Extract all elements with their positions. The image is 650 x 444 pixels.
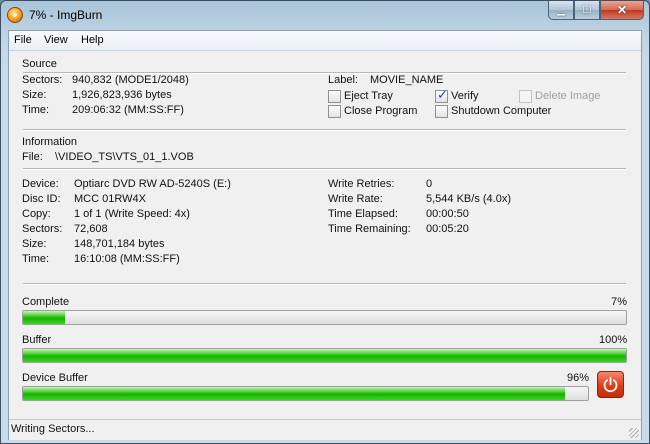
device-buffer-percent: 96% [566,372,589,384]
info-disc-id-value: MCC 01RW4X [74,193,146,205]
time-elapsed-value: 00:00:50 [426,208,469,220]
buffer-percent: 100% [599,334,628,346]
complete-label: Complete [22,296,70,308]
resize-grip[interactable] [629,428,639,438]
device-buffer-label: Device Buffer [22,372,88,384]
shutdown-computer-label[interactable]: Shutdown Computer [451,105,551,117]
info-copy-value: 1 of 1 (Write Speed: 4x) [74,208,190,220]
info-size-value: 148,701,184 bytes [74,238,165,250]
complete-percent: 7% [611,296,627,308]
menu-bar: File View Help [9,31,641,51]
info-size-label: Size: [22,238,47,250]
info-device-value: Optiarc DVD RW AD-5240S (E:) [74,178,231,190]
minimize-icon: ▁ [557,4,565,16]
close-icon: ✕ [616,3,628,17]
source-sectors-value: 940,832 (MODE1/2048) [72,74,189,86]
buffer-progress-fill [23,349,626,362]
eject-tray-label[interactable]: Eject Tray [344,90,393,102]
info-time-value: 16:10:08 (MM:SS:FF) [74,253,180,265]
menu-help[interactable]: Help [81,34,104,46]
delete-image-label: Delete Image [535,90,601,102]
minimize-button[interactable]: ▁ [548,1,574,20]
source-heading: Source [22,58,57,70]
caption-buttons: ▁ ☐ ✕ [548,1,644,21]
shutdown-computer-checkbox[interactable] [435,105,448,118]
progress-separator [23,283,626,285]
time-remaining-label: Time Remaining: [328,223,411,235]
main-window: 7% - ImgBurn ▁ ☐ ✕ File View Help Source… [0,0,650,444]
maximize-icon: ☐ [582,4,592,16]
source-sectors-label: Sectors: [22,74,63,86]
status-text: Writing Sectors... [11,423,95,435]
source-label-label: Label: [328,74,358,86]
window-title: 7% - ImgBurn [29,8,103,22]
write-rate-value: 5,544 KB/s (4.0x) [426,193,511,205]
verify-checkbox[interactable] [435,88,448,103]
info-time-label: Time: [22,253,50,265]
title-bar[interactable]: 7% - ImgBurn ▁ ☐ ✕ [1,1,649,30]
device-buffer-progress-bar [22,386,589,401]
info-device-label: Device: [22,178,59,190]
power-icon [603,376,618,393]
verify-label[interactable]: Verify [451,90,479,102]
menu-file[interactable]: File [14,34,32,46]
info-sectors-value: 72,608 [74,223,108,235]
delete-image-checkbox [519,90,532,103]
write-rate-label: Write Rate: [328,193,383,205]
source-time-label: Time: [22,104,50,116]
close-program-checkbox[interactable] [328,105,341,118]
write-retries-label: Write Retries: [328,178,395,190]
status-bar: Writing Sectors... [9,419,641,440]
complete-progress-fill [23,311,66,324]
menu-view[interactable]: View [44,34,68,46]
information-heading: Information [22,136,78,148]
source-size-value: 1,926,823,936 bytes [72,89,172,101]
time-remaining-value: 00:05:20 [426,223,469,235]
info-copy-label: Copy: [22,208,51,220]
info-sectors-label: Sectors: [22,223,63,235]
abort-button[interactable] [597,371,624,398]
info-file-value: \VIDEO_TS\VTS_01_1.VOB [55,151,194,163]
device-buffer-progress-fill [23,387,566,400]
info-file-label: File: [22,151,43,163]
source-time-value: 209:06:32 (MM:SS:FF) [72,104,184,116]
complete-progress-bar [22,310,627,325]
time-elapsed-label: Time Elapsed: [328,208,398,220]
imgburn-disc-icon[interactable] [7,7,23,23]
information-top-separator [23,129,626,131]
buffer-label: Buffer [22,334,52,346]
buffer-progress-bar [22,348,627,363]
source-size-label: Size: [22,89,47,101]
write-retries-value: 0 [426,178,433,190]
client-area: File View Help Source Sectors: 940,832 (… [8,30,642,440]
eject-tray-checkbox[interactable] [328,90,341,103]
close-program-label[interactable]: Close Program [344,105,417,117]
source-label-value: MOVIE_NAME [370,74,444,86]
close-button[interactable]: ✕ [600,1,644,20]
information-separator [23,168,626,170]
maximize-button[interactable]: ☐ [574,1,600,20]
info-disc-id-label: Disc ID: [22,193,61,205]
